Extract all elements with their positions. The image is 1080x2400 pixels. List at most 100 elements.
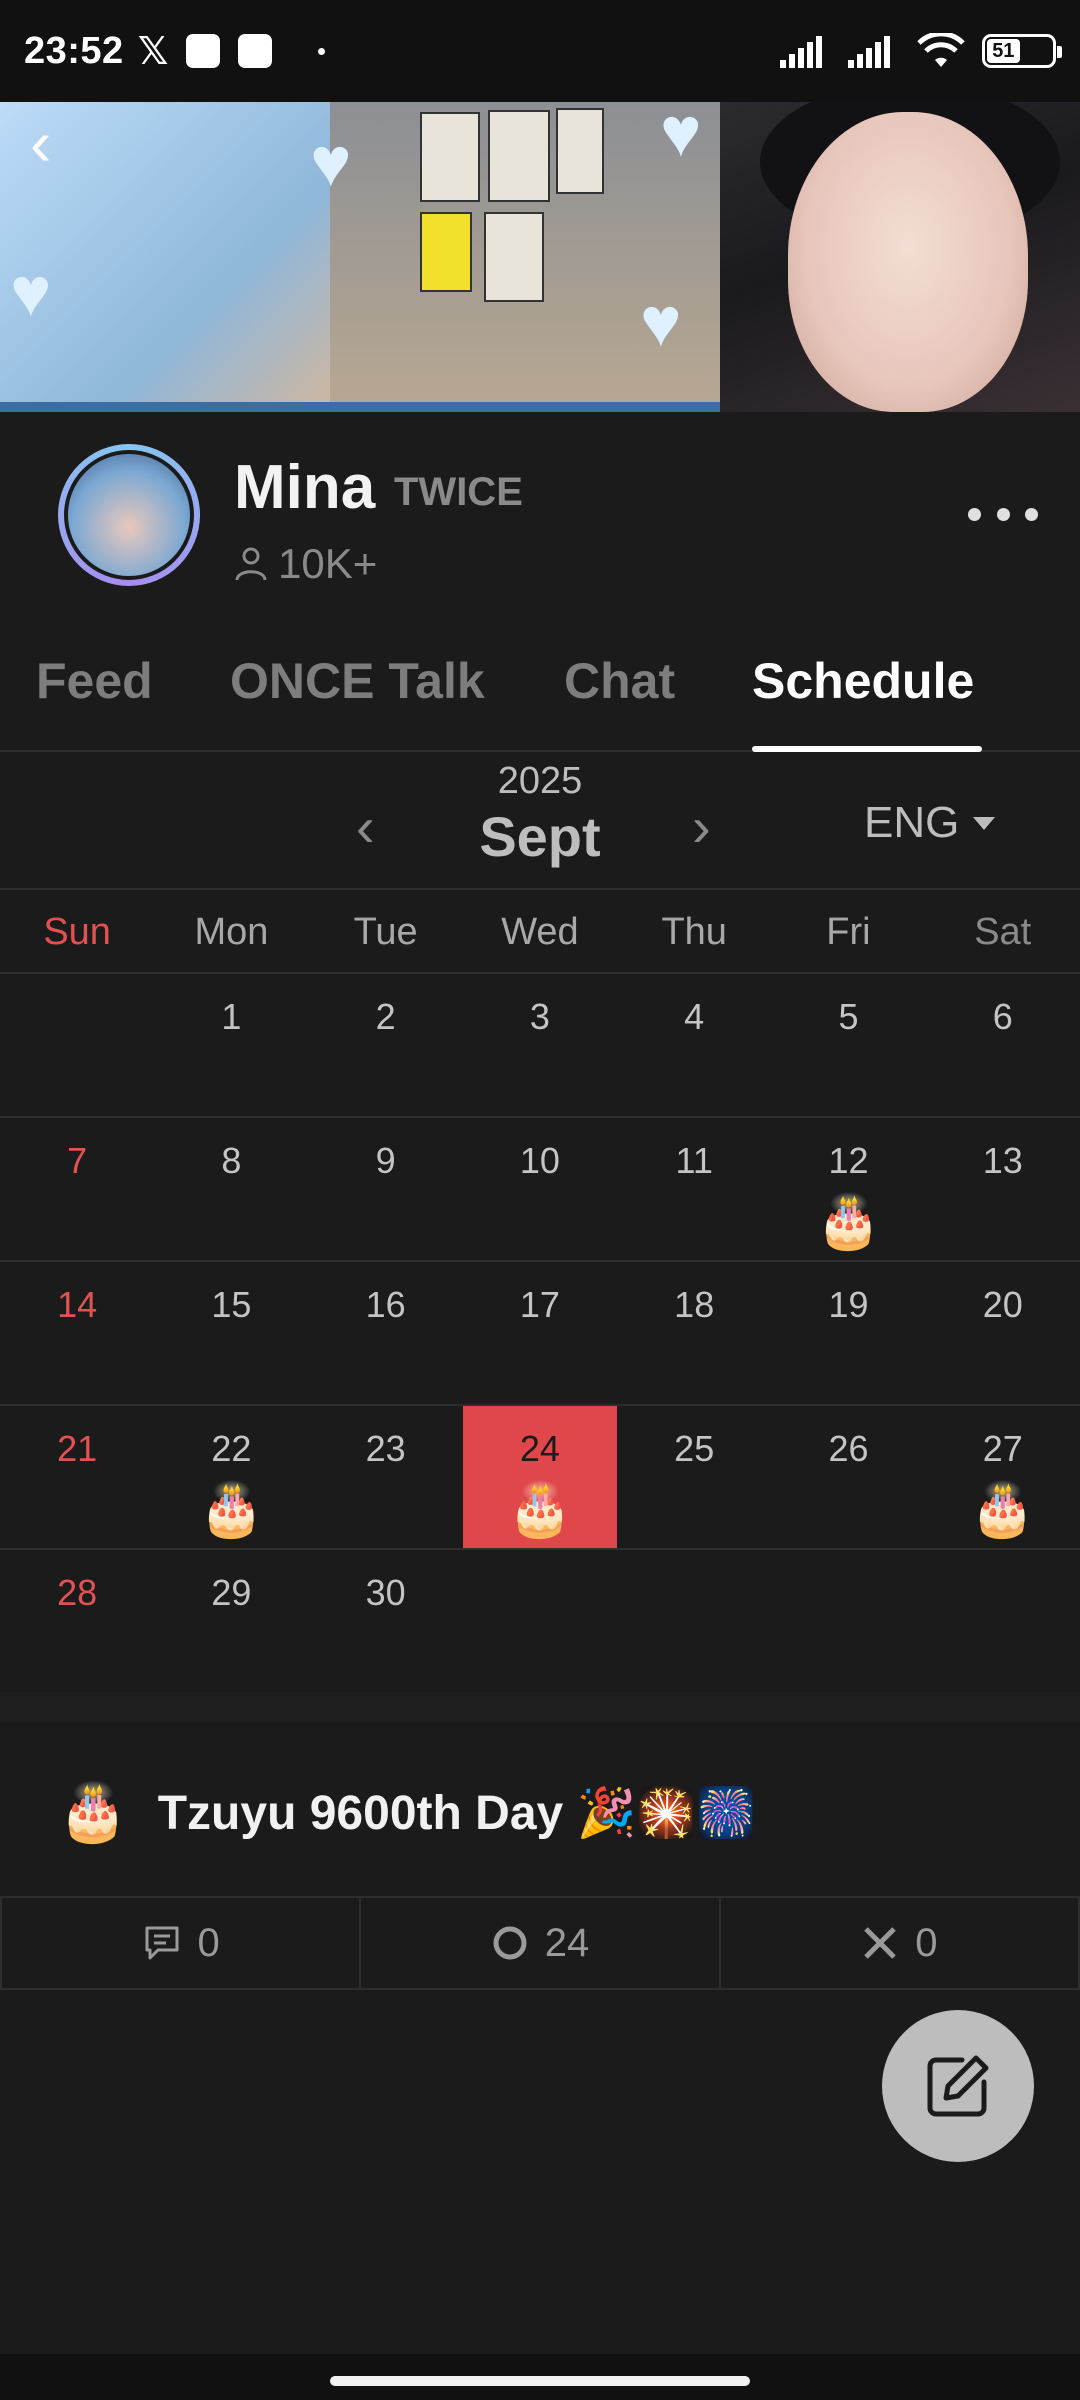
calendar-day-cell[interactable]: 25: [617, 1406, 771, 1548]
follower-count: 10K+: [234, 540, 377, 588]
battery-level: 51: [987, 39, 1020, 63]
calendar-day-number: 6: [992, 996, 1013, 1037]
calendar-day-cell[interactable]: 18: [617, 1262, 771, 1404]
battery-icon: 51: [982, 34, 1062, 68]
home-indicator[interactable]: [330, 2376, 750, 2386]
calendar-day-cell[interactable]: 19: [771, 1262, 925, 1404]
calendar-day-cell[interactable]: 21: [0, 1406, 154, 1548]
dot-icon: [968, 507, 981, 521]
calendar-day-cell[interactable]: 12 🎂: [771, 1118, 925, 1260]
tab-chat[interactable]: Chat: [564, 652, 675, 740]
calendar-day-number: 15: [211, 1284, 252, 1325]
calendar-day-number: 18: [674, 1284, 715, 1325]
tab-bar: Feed ONCE Talk Chat Schedule: [0, 640, 1080, 752]
back-arrow-icon[interactable]: ‹: [30, 108, 100, 178]
weekday-label: Thu: [661, 911, 727, 953]
tab-feed[interactable]: Feed: [36, 652, 153, 740]
calendar-day-cell[interactable]: 27 🎂: [926, 1406, 1080, 1548]
calendar-day-cell[interactable]: 7: [0, 1118, 154, 1260]
calendar-day-cell[interactable]: 23: [309, 1406, 463, 1548]
calendar-day-cell[interactable]: 17: [463, 1262, 617, 1404]
language-label: ENG: [864, 798, 960, 847]
language-dropdown[interactable]: ENG: [864, 798, 996, 848]
calendar-day-number: 30: [365, 1572, 406, 1613]
event-item[interactable]: 🎂 Tzuyu 9600th Day 🎉🎇🎆: [0, 1760, 1080, 1864]
calendar-day-cell[interactable]: 20: [926, 1262, 1080, 1404]
avatar[interactable]: [58, 444, 200, 586]
notification-icon: [238, 34, 273, 68]
caret-down-icon: [973, 816, 996, 830]
calendar-day-number: 14: [57, 1284, 98, 1325]
month-navigator: 2025 Sept ‹ › ENG: [0, 754, 1080, 890]
calendar-day-cell[interactable]: 4: [617, 974, 771, 1116]
comment-count: 0: [197, 1920, 220, 1965]
calendar-day-cell[interactable]: 29: [154, 1550, 308, 1692]
calendar-empty-cell: [771, 1550, 925, 1692]
weekday-label: Mon: [194, 911, 269, 953]
birthday-cake-icon: 🎂: [816, 1193, 881, 1251]
edit-pencil-icon: [927, 2055, 989, 2117]
decline-count: 0: [915, 1920, 938, 1965]
calendar-day-number: 29: [211, 1572, 252, 1613]
decline-button[interactable]: 0: [721, 1898, 1080, 1988]
calendar-week-row: 21 22 🎂 23 24 🎂 25 26 27 🎂: [0, 1406, 1080, 1550]
profile-name: Mina: [234, 453, 376, 522]
calendar-day-cell[interactable]: 16: [309, 1262, 463, 1404]
weekday-label: Wed: [501, 911, 579, 953]
person-icon: [235, 547, 267, 581]
calendar-day-number: 28: [57, 1572, 98, 1613]
calendar-day-number: 17: [519, 1284, 560, 1325]
calendar-day-number: 4: [684, 996, 705, 1037]
calendar-day-number: 1: [221, 996, 242, 1037]
calendar-day-cell[interactable]: 11: [617, 1118, 771, 1260]
calendar-day-number: 26: [828, 1428, 869, 1469]
calendar-day-cell[interactable]: 24 🎂: [462, 1406, 618, 1548]
calendar-day-number: 23: [365, 1428, 406, 1469]
tab-once-talk[interactable]: ONCE Talk: [230, 652, 485, 740]
calendar-empty-cell: [926, 1550, 1080, 1692]
dot-icon: [996, 507, 1010, 521]
calendar-day-cell[interactable]: 9: [309, 1118, 463, 1260]
calendar-day-number: 11: [675, 1140, 713, 1181]
active-tab-indicator: [752, 746, 982, 752]
next-month-chevron-icon[interactable]: ›: [692, 794, 711, 859]
attend-count: 24: [544, 1920, 590, 1965]
more-options-button[interactable]: [968, 494, 1038, 534]
calendar-day-cell[interactable]: 10: [463, 1118, 617, 1260]
birthday-cake-icon: 🎂: [58, 1780, 128, 1843]
calendar-day-number: 9: [375, 1140, 396, 1181]
previous-month-chevron-icon[interactable]: ‹: [356, 794, 375, 859]
calendar-empty-cell: [617, 1550, 771, 1692]
attend-button[interactable]: 24: [361, 1898, 721, 1988]
event-actions-bar: 0 24 0: [0, 1896, 1080, 1990]
calendar-day-cell[interactable]: 5: [771, 974, 925, 1116]
calendar-day-cell[interactable]: 2: [309, 974, 463, 1116]
more-notifications-dot-icon: [318, 47, 326, 55]
calendar-day-cell[interactable]: 26: [771, 1406, 925, 1548]
calendar-day-cell[interactable]: 6: [926, 974, 1080, 1116]
calendar-day-cell[interactable]: 15: [154, 1262, 308, 1404]
calendar-day-cell[interactable]: 13: [926, 1118, 1080, 1260]
calendar-day-cell[interactable]: 28: [0, 1550, 154, 1692]
tab-schedule[interactable]: Schedule: [752, 652, 974, 740]
calendar-day-number: 10: [519, 1140, 560, 1181]
weekday-header: Sun Mon Tue Wed Thu Fri Sat: [0, 890, 1080, 974]
compose-button[interactable]: [882, 2010, 1034, 2162]
weekday-label: Sun: [43, 911, 111, 953]
comment-icon: [145, 1926, 179, 1960]
event-title: Tzuyu 9600th Day 🎉🎇🎆: [157, 1786, 756, 1840]
calendar-day-cell[interactable]: 1: [154, 974, 308, 1116]
calendar-day-cell[interactable]: 30: [309, 1550, 463, 1692]
calendar-week-row: 14 15 16 17 18 19 20: [0, 1262, 1080, 1406]
calendar-day-cell[interactable]: 8: [154, 1118, 308, 1260]
calendar-day-cell[interactable]: 3: [463, 974, 617, 1116]
calendar-week-row: 28 29 30: [0, 1550, 1080, 1694]
status-bar: 23:52 𝕏 51: [0, 0, 1080, 102]
signal-icon: [848, 36, 890, 68]
signal-icon: [780, 36, 822, 68]
calendar-day-cell[interactable]: 14: [0, 1262, 154, 1404]
calendar-day-cell[interactable]: 22 🎂: [154, 1406, 308, 1548]
status-time: 23:52: [24, 29, 124, 72]
profile-banner-image: ♥ ♥ ♥ ♥ ‹: [0, 102, 1080, 412]
comment-button[interactable]: 0: [0, 1898, 362, 1988]
